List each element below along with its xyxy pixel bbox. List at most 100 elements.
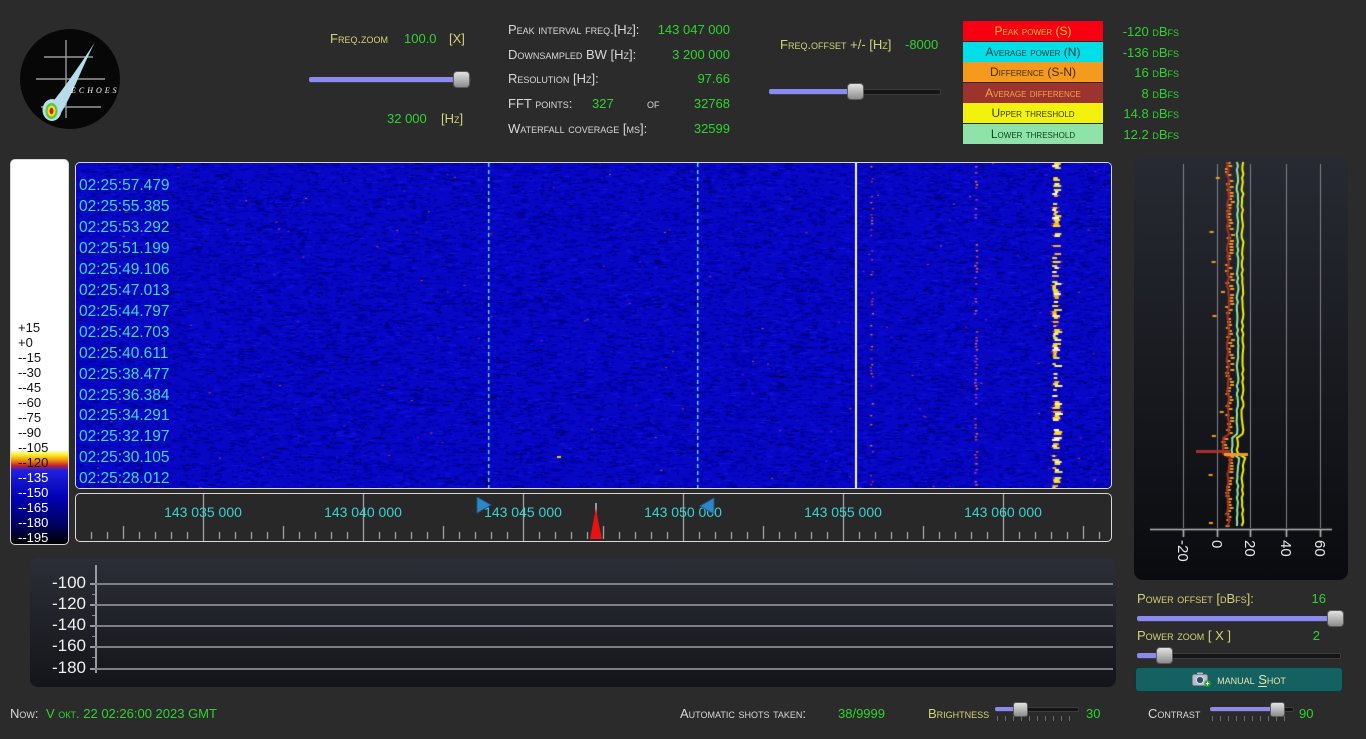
freq-tick-label: 143 055 000: [793, 504, 893, 520]
freq-tick-label: 143 050 000: [633, 504, 733, 520]
freq-zoom-span-unit: [Hz]: [441, 111, 463, 126]
stat-of-label: of: [647, 96, 660, 111]
scope-y-axis: [95, 565, 97, 673]
brightness-slider[interactable]: [995, 702, 1079, 715]
legend-button-lower-threshold[interactable]: Lower threshold: [963, 124, 1103, 144]
waterfall-timestamp: 02:25:42.703: [79, 325, 170, 341]
waterfall-timestamp: 02:25:53.292: [79, 220, 170, 236]
legend-button-peak-power-s[interactable]: Peak power (S): [963, 21, 1103, 41]
contrast-slider[interactable]: [1210, 702, 1294, 715]
freq-tick-label: 143 040 000: [313, 504, 413, 520]
spectrum-axis-labels: -200204060: [1134, 158, 1348, 580]
waterfall-timestamp: 02:25:40.611: [79, 346, 168, 362]
db-scale-label: --135: [18, 471, 48, 484]
stat-value-total: 32768: [694, 96, 730, 111]
interval-start-marker[interactable]: [476, 497, 492, 514]
db-scale-label: --75: [18, 411, 41, 424]
waterfall-timestamp: 02:25:30.105: [79, 450, 170, 466]
scope-tick: [90, 625, 95, 627]
waterfall-timestamp: 02:25:36.384: [79, 388, 170, 404]
db-scale-label: --150: [18, 486, 48, 499]
contrast-label: Contrast: [1148, 706, 1200, 721]
power-offset-slider-handle[interactable]: [1327, 610, 1344, 627]
stat-value: 143 047 000: [658, 22, 730, 37]
scope-gridline: [95, 625, 1113, 627]
scope-tick: [90, 646, 95, 648]
db-scale-label: --45: [18, 381, 41, 394]
waterfall-timestamp: 02:25:32.197: [79, 429, 170, 445]
power-zoom-slider-handle[interactable]: [1156, 647, 1173, 664]
scope-axis-label: -100: [38, 574, 86, 592]
db-colorbar: +15+0--15--30--45--60--75--90--105--120-…: [10, 159, 69, 545]
waterfall-timestamp: 02:25:57.479: [79, 178, 170, 194]
waterfall-timestamps: 02:25:57.47902:25:55.38502:25:53.29202:2…: [76, 163, 276, 488]
freq-offset-slider[interactable]: [769, 83, 941, 99]
freq-tick-label: 143 035 000: [153, 504, 253, 520]
brightness-label: Brightness: [928, 706, 989, 721]
shots-value: 38/9999: [838, 706, 885, 721]
scope-gridline: [95, 583, 1113, 585]
interval-end-marker[interactable]: [699, 498, 715, 515]
waterfall-panel: 02:25:57.47902:25:55.38502:25:53.29202:2…: [75, 162, 1112, 489]
brightness-value: 30: [1086, 706, 1100, 721]
freq-tick-label: 143 060 000: [953, 504, 1053, 520]
db-scale-label: --195: [18, 531, 48, 544]
scope-gridline: [95, 646, 1113, 648]
now-value: V окт. 22 02:26:00 2023 GMT: [46, 706, 217, 721]
freq-zoom-slider[interactable]: [309, 71, 471, 87]
stat-label: Waterfall coverage [ms]:: [508, 121, 647, 136]
stat-row-resolution-hz: Resolution [Hz]:97.66: [508, 71, 730, 87]
now-label: Now:: [10, 706, 39, 721]
waterfall-timestamp: 02:25:28.012: [79, 471, 170, 487]
db-scale-label: --90: [18, 426, 41, 439]
legend-button-average-difference[interactable]: Average difference: [963, 83, 1103, 103]
freq-zoom-unit: [X]: [449, 31, 465, 46]
legend-button-upper-threshold[interactable]: Upper threshold: [963, 103, 1103, 123]
stat-row-peak-interval-freq-hz: Peak interval freq.[Hz]:143 047 000: [508, 22, 730, 38]
freq-offset-slider-handle[interactable]: [847, 83, 864, 100]
spectrum-axis-label: 20: [1241, 540, 1258, 557]
scope-minor-tick: [92, 657, 95, 658]
db-scale-label: --15: [18, 351, 41, 364]
scope-axis-label: -120: [38, 595, 86, 613]
power-zoom-slider[interactable]: [1137, 647, 1341, 663]
db-scale-label: --60: [18, 396, 41, 409]
legend-value-average-power-n: -136 dBfs: [1109, 45, 1179, 60]
spectrum-axis-label: 0: [1208, 540, 1225, 548]
db-scale-label: --180: [18, 516, 48, 529]
spectrum-axis-label: 60: [1311, 540, 1328, 557]
camera-icon: [1192, 672, 1211, 687]
waterfall-timestamp: 02:25:34.291: [79, 408, 170, 424]
legend-button-average-power-n[interactable]: Average power (N): [963, 42, 1103, 62]
manual-shot-button[interactable]: manual Shot: [1135, 667, 1343, 692]
legend-value-peak-power-s: -120 dBfs: [1109, 24, 1179, 39]
stat-value: 32599: [694, 121, 730, 136]
waterfall-timestamp: 02:25:38.477: [79, 367, 170, 383]
freq-zoom-slider-handle[interactable]: [453, 71, 470, 88]
echoes-app: ECHOES Freq.zoom 100.0 [X] 32 000 [Hz] P…: [0, 0, 1366, 739]
legend-button-difference-s-n[interactable]: Difference (S-N): [963, 62, 1103, 82]
manual-shot-label: manual Shot: [1217, 672, 1286, 687]
legend-value-difference-s-n: 16 dBfs: [1109, 65, 1179, 80]
waterfall-timestamp: 02:25:44.797: [79, 304, 170, 320]
freq-zoom-label: Freq.zoom: [330, 31, 388, 46]
stat-row-waterfall-coverage-ms: Waterfall coverage [ms]: 32599: [508, 121, 730, 137]
scope-panel: -100-120-140-160-180: [30, 558, 1116, 687]
legend-panel: Peak power (S) -120 dBfs Average power (N)…: [963, 21, 1183, 145]
scope-tick: [90, 668, 95, 670]
svg-text:ECHOES: ECHOES: [70, 86, 120, 95]
legend-value-lower-threshold: 12.2 dBfs: [1109, 127, 1179, 142]
legend-value-average-difference: 8 dBfs: [1109, 86, 1179, 101]
brightness-slider-handle[interactable]: [1013, 702, 1028, 717]
contrast-slider-handle[interactable]: [1270, 702, 1285, 717]
db-scale-label: +15: [18, 321, 40, 334]
spectrum-panel: -200204060: [1134, 158, 1348, 580]
stat-label: Resolution [Hz]:: [508, 71, 599, 86]
spectrum-axis-label: 40: [1277, 540, 1294, 557]
scope-minor-tick: [92, 594, 95, 595]
stat-value: 327: [592, 96, 614, 111]
freq-ruler: 143 035 000143 040 000143 045 000143 050…: [75, 493, 1112, 542]
scope-gridline: [95, 668, 1113, 670]
power-offset-slider[interactable]: [1137, 610, 1341, 626]
scope-minor-tick: [92, 615, 95, 616]
